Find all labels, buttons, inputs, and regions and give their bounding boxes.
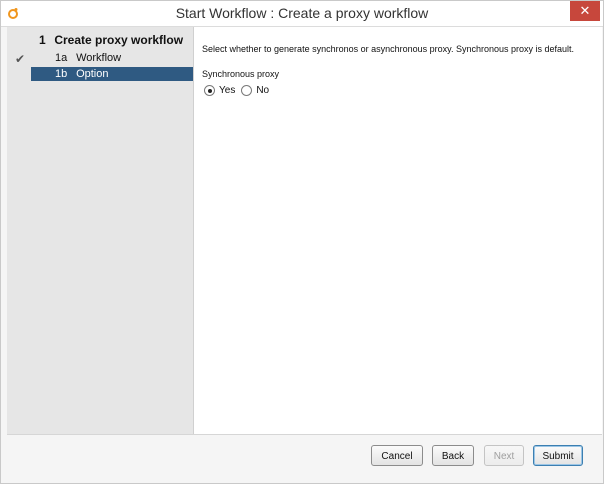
window-title: Start Workflow : Create a proxy workflow [175, 5, 429, 21]
steps-sidebar: 1 Create proxy workflow ✔ 1a Workflow 1b… [7, 27, 194, 434]
yes-radio-label[interactable]: Yes [219, 85, 235, 96]
description-text: Select whether to generate synchronos or… [202, 44, 575, 54]
title-bar: Start Workflow : Create a proxy workflow… [1, 1, 603, 27]
close-button[interactable]: ✕ [570, 1, 600, 21]
cancel-button[interactable]: Cancel [371, 445, 423, 466]
no-radio[interactable] [241, 85, 253, 96]
sidebar-item-option[interactable]: 1b Option [31, 67, 193, 81]
back-button[interactable]: Back [432, 445, 474, 466]
checkmark-icon: ✔ [15, 52, 26, 66]
button-bar: Cancel Back Next Submit [7, 434, 602, 483]
no-radio-label[interactable]: No [256, 85, 269, 96]
main-content: Select whether to generate synchronos or… [194, 27, 602, 434]
step-heading: 1 Create proxy workflow [39, 33, 183, 47]
substep-label: Workflow [76, 52, 122, 64]
next-button[interactable]: Next [484, 445, 524, 466]
dialog-window: Start Workflow : Create a proxy workflow… [0, 0, 604, 484]
step-number: 1 [39, 33, 46, 47]
submit-button[interactable]: Submit [533, 445, 583, 466]
step-title: Create proxy workflow [54, 33, 184, 47]
close-icon: ✕ [579, 3, 591, 18]
sidebar-item-workflow[interactable]: 1a Workflow [31, 51, 193, 65]
substep-number: 1b [55, 68, 68, 80]
synchronous-proxy-label: Synchronous proxy [202, 69, 280, 79]
synchronous-proxy-radio-group: Yes No [204, 85, 269, 96]
substep-label: Option [76, 68, 109, 80]
yes-radio[interactable] [204, 85, 215, 96]
substep-number: 1a [55, 52, 68, 64]
